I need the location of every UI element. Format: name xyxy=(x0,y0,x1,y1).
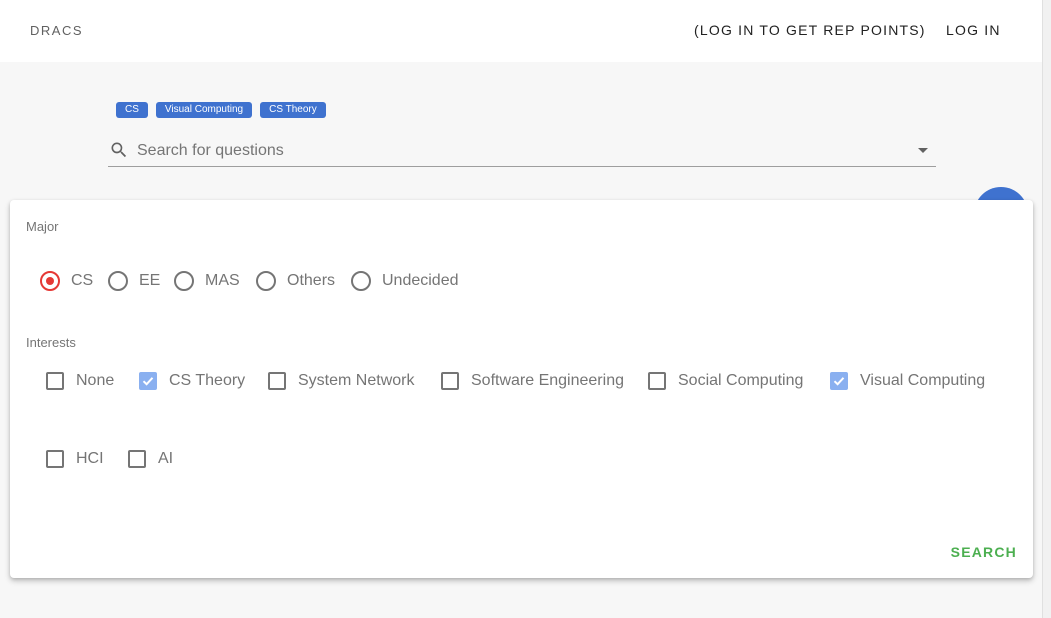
checkbox-checked-icon[interactable] xyxy=(830,372,848,390)
major-option-label: EE xyxy=(139,272,161,289)
login-button[interactable]: LOG IN xyxy=(946,22,1001,38)
interest-option-visual-computing[interactable]: Visual Computing xyxy=(830,372,985,390)
search-bar xyxy=(108,134,936,167)
interest-option-label: Software Engineering xyxy=(471,372,624,389)
search-icon xyxy=(111,142,127,158)
search-input[interactable] xyxy=(135,138,899,164)
interest-option-none[interactable]: None xyxy=(46,372,114,390)
chip-cs[interactable]: CS xyxy=(116,102,148,118)
checkbox-checked-icon[interactable] xyxy=(139,372,157,390)
interest-option-hci[interactable]: HCI xyxy=(46,450,104,468)
interest-option-label: AI xyxy=(158,450,174,467)
checkbox-unchecked-icon[interactable] xyxy=(128,450,146,468)
checkmark-icon xyxy=(833,377,845,386)
interests-section-label: Interests xyxy=(26,335,76,350)
search-button[interactable]: SEARCH xyxy=(951,544,1017,560)
interest-option-social-computing[interactable]: Social Computing xyxy=(648,372,803,390)
interest-option-ai[interactable]: AI xyxy=(128,450,173,468)
radio-unchecked-icon[interactable] xyxy=(174,271,194,291)
major-option-ee[interactable]: EE xyxy=(108,271,160,291)
checkbox-unchecked-icon[interactable] xyxy=(46,450,64,468)
major-option-label: CS xyxy=(71,272,94,289)
interest-option-cs-theory[interactable]: CS Theory xyxy=(139,372,245,390)
checkbox-unchecked-icon[interactable] xyxy=(46,372,64,390)
checkbox-unchecked-icon[interactable] xyxy=(268,372,286,390)
major-option-undecided[interactable]: Undecided xyxy=(351,271,459,291)
top-app-bar: DRACS (LOG IN TO GET REP POINTS) LOG IN xyxy=(0,0,1043,62)
interest-option-label: Visual Computing xyxy=(860,372,986,389)
filter-panel: Major CS EE MAS Others Undecided Interes… xyxy=(10,200,1033,578)
interest-option-label: System Network xyxy=(298,372,415,389)
major-option-mas[interactable]: MAS xyxy=(174,271,240,291)
page: DRACS (LOG IN TO GET REP POINTS) LOG IN … xyxy=(0,0,1051,618)
checkbox-unchecked-icon[interactable] xyxy=(648,372,666,390)
major-option-others[interactable]: Others xyxy=(256,271,335,291)
interest-option-software-engineering[interactable]: Software Engineering xyxy=(441,372,624,390)
scrollbar-track[interactable] xyxy=(1042,0,1051,618)
major-option-label: MAS xyxy=(205,272,240,289)
interest-option-label: Social Computing xyxy=(678,372,804,389)
rep-points-button[interactable]: (LOG IN TO GET REP POINTS) xyxy=(694,22,926,38)
dropdown-caret-icon[interactable] xyxy=(918,148,928,153)
selected-filter-chips: CS Visual Computing CS Theory xyxy=(116,102,326,118)
radio-unchecked-icon[interactable] xyxy=(351,271,371,291)
checkmark-icon xyxy=(142,377,154,386)
interest-option-label: CS Theory xyxy=(169,372,246,389)
radio-unchecked-icon[interactable] xyxy=(108,271,128,291)
checkbox-unchecked-icon[interactable] xyxy=(441,372,459,390)
interest-option-label: None xyxy=(76,372,115,389)
major-option-label: Others xyxy=(287,272,336,289)
radio-checked-icon[interactable] xyxy=(40,271,60,291)
major-option-cs[interactable]: CS xyxy=(40,271,93,291)
interest-option-system-network[interactable]: System Network xyxy=(268,372,414,390)
major-section-label: Major xyxy=(26,219,59,234)
major-option-label: Undecided xyxy=(382,272,459,289)
interest-option-label: HCI xyxy=(76,450,104,467)
brand-title[interactable]: DRACS xyxy=(30,23,83,38)
chip-visual-computing[interactable]: Visual Computing xyxy=(155,102,253,118)
radio-unchecked-icon[interactable] xyxy=(256,271,276,291)
chip-cs-theory[interactable]: CS Theory xyxy=(260,102,326,118)
